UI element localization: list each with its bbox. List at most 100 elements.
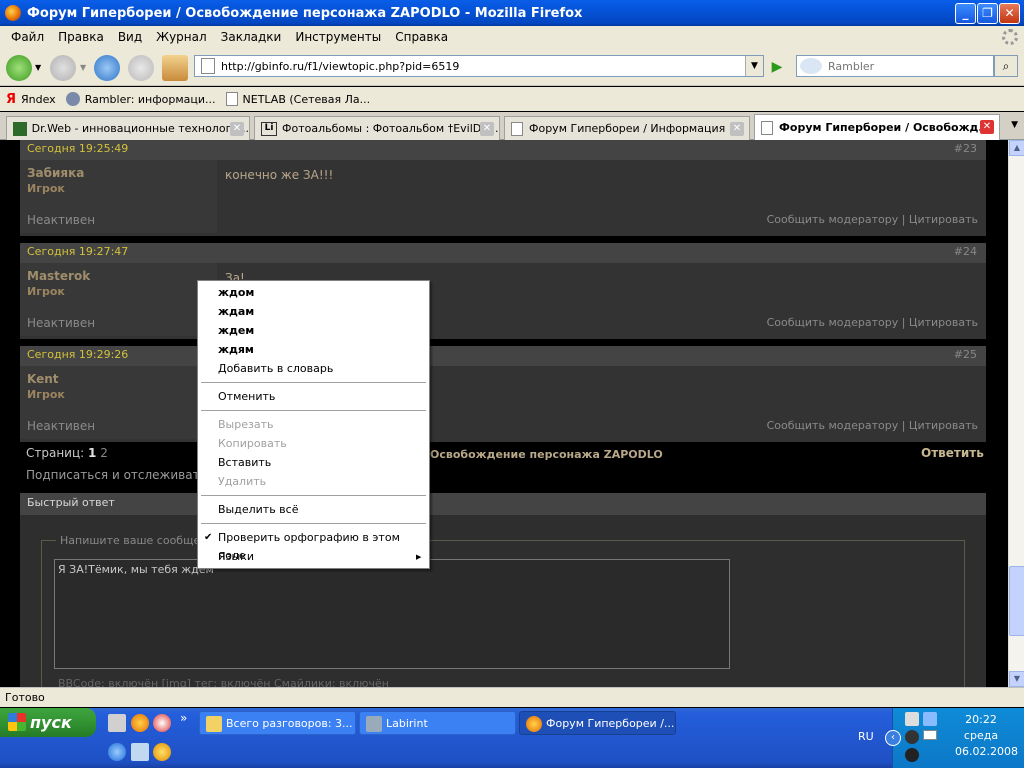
menu-separator (201, 523, 426, 524)
menu-undo[interactable]: Отменить (218, 388, 275, 406)
url-input[interactable] (221, 59, 751, 73)
bookmark-yandex[interactable]: Я Яndex (6, 92, 56, 107)
menu-paste[interactable]: Вставить (218, 454, 271, 472)
post-number[interactable]: #25 (954, 348, 977, 361)
tab-forum-info[interactable]: Форум Гипербореи / Информация ✕ (504, 116, 750, 140)
search-input[interactable] (828, 59, 988, 73)
tab-list-icon[interactable]: ▼ (1011, 120, 1018, 130)
mail-icon[interactable] (923, 730, 937, 740)
report-link[interactable]: Сообщить модератору (767, 316, 899, 329)
menu-file[interactable]: Файл (4, 30, 51, 44)
post-author[interactable]: Забияка (27, 166, 84, 180)
back-icon[interactable] (6, 55, 32, 81)
menu-view[interactable]: Вид (111, 30, 149, 44)
ie-quicklaunch-icon[interactable] (108, 743, 126, 761)
home-icon[interactable] (162, 55, 188, 81)
vertical-scrollbar[interactable]: ▲ ▼ (1008, 140, 1024, 687)
menu-suggestion[interactable]: ждем (218, 322, 254, 340)
menu-bookmarks[interactable]: Закладки (214, 30, 289, 44)
opera-quicklaunch-icon[interactable] (153, 714, 171, 732)
network-icon[interactable] (923, 712, 937, 726)
post-number[interactable]: #24 (954, 245, 977, 258)
scroll-up-icon[interactable]: ▲ (1009, 140, 1024, 156)
tray-app-icon[interactable] (905, 712, 919, 726)
tray-collapse-icon[interactable]: ‹ (885, 730, 901, 746)
stop-icon[interactable] (128, 55, 154, 81)
task-firefox[interactable]: Форум Гипербореи /... (519, 711, 676, 735)
quote-link[interactable]: Цитировать (909, 213, 978, 226)
quicklaunch-expand-icon[interactable]: » (180, 711, 187, 725)
windows-flag-icon (8, 713, 26, 731)
maximize-button[interactable]: ❐ (977, 3, 998, 24)
close-window-button[interactable]: ✕ (999, 3, 1020, 24)
throbber-icon (1002, 29, 1018, 45)
subscribe-link[interactable]: Подписаться и отслеживат (26, 468, 200, 482)
media-quicklaunch-icon[interactable] (153, 743, 171, 761)
minimize-button[interactable]: _ (955, 3, 976, 24)
close-tab-icon[interactable]: ✕ (730, 122, 744, 136)
spider-icon[interactable] (905, 748, 919, 762)
menu-delete[interactable]: Удалить (218, 473, 266, 491)
scroll-thumb[interactable] (1009, 566, 1024, 636)
close-tab-icon[interactable]: ✕ (980, 120, 994, 134)
task-labirint[interactable]: Labirint (359, 711, 516, 735)
post-status: Неактивен (27, 213, 96, 227)
scroll-down-icon[interactable]: ▼ (1009, 671, 1024, 687)
task-chat[interactable]: Всего разговоров: 3... (199, 711, 356, 735)
tab-photoalbum[interactable]: Li Фотоальбомы : Фотоальбом †EvilDe... ✕ (254, 116, 500, 140)
menu-suggestion[interactable]: ждям (218, 341, 254, 359)
menu-select-all[interactable]: Выделить всё (218, 501, 298, 519)
menu-copy[interactable]: Копировать (218, 435, 287, 453)
menu-tools[interactable]: Инструменты (288, 30, 388, 44)
menu-history[interactable]: Журнал (149, 30, 214, 44)
search-icon[interactable]: ⌕ (994, 55, 1018, 77)
firefox-quicklaunch-icon[interactable] (131, 714, 149, 732)
tab-forum-zapodlo[interactable]: Форум Гипербореи / Освобожд... ✕ (754, 114, 1000, 140)
quicklaunch-app-icon[interactable] (108, 714, 126, 732)
go-icon[interactable]: ▶ (766, 56, 788, 78)
forward-history-dropdown-icon[interactable]: ▼ (80, 63, 86, 72)
close-tab-icon[interactable]: ✕ (230, 122, 244, 136)
breadcrumb[interactable]: Освобождение персонажа ZAPODLO (430, 448, 663, 461)
page-link[interactable]: 2 (100, 446, 108, 460)
menu-suggestion[interactable]: ждам (218, 303, 254, 321)
report-link[interactable]: Сообщить модератору (767, 213, 899, 226)
window-title: Форум Гипербореи / Освобождение персонаж… (27, 5, 583, 21)
reply-link[interactable]: Ответить (921, 446, 984, 460)
menu-languages[interactable]: Языки (218, 548, 254, 566)
quote-link[interactable]: Цитировать (909, 419, 978, 432)
post-author[interactable]: Masterok (27, 269, 90, 283)
page-current: 1 (88, 446, 97, 460)
menu-edit[interactable]: Правка (51, 30, 111, 44)
tab-drweb[interactable]: Dr.Web - инновационные технологи... ✕ (6, 116, 250, 140)
post-author[interactable]: Kent (27, 372, 59, 386)
search-bar[interactable] (796, 55, 994, 77)
desktop-quicklaunch-icon[interactable] (131, 743, 149, 761)
menu-spellcheck[interactable]: Проверить орфографию в этом поле (218, 529, 429, 562)
forward-icon[interactable] (50, 55, 76, 81)
quote-link[interactable]: Цитировать (909, 316, 978, 329)
menu-cut[interactable]: Вырезать (218, 416, 273, 434)
start-button[interactable]: пуск (0, 708, 96, 737)
page-icon (201, 58, 215, 74)
antivirus-icon[interactable] (905, 730, 919, 744)
bookmark-rambler[interactable]: Rambler: информаци... (65, 92, 216, 106)
search-engine-icon[interactable] (800, 58, 822, 74)
bookmark-netlab[interactable]: NETLAB (Сетевая Ла... (225, 92, 370, 106)
report-link[interactable]: Сообщить модератору (767, 419, 899, 432)
menu-add-to-dictionary[interactable]: Добавить в словарь (218, 360, 333, 378)
url-bar[interactable] (194, 55, 764, 77)
title-bar[interactable]: Форум Гипербореи / Освобождение персонаж… (0, 0, 1024, 26)
post-number[interactable]: #23 (954, 142, 977, 155)
post-actions: Сообщить модератору | Цитировать (766, 213, 978, 226)
url-dropdown-icon[interactable]: ▼ (745, 56, 763, 76)
reply-textarea[interactable]: Я ЗА!Тёмик, мы тебя ждём (54, 559, 730, 669)
menu-help[interactable]: Справка (388, 30, 455, 44)
drweb-icon (13, 121, 27, 136)
back-history-dropdown-icon[interactable]: ▼ (35, 63, 41, 72)
clock[interactable]: 20:22 среда 06.02.2008 (955, 712, 1018, 760)
close-tab-icon[interactable]: ✕ (480, 122, 494, 136)
menu-suggestion[interactable]: ждом (218, 284, 254, 302)
reload-icon[interactable] (94, 55, 120, 81)
language-indicator[interactable]: RU (858, 730, 874, 743)
